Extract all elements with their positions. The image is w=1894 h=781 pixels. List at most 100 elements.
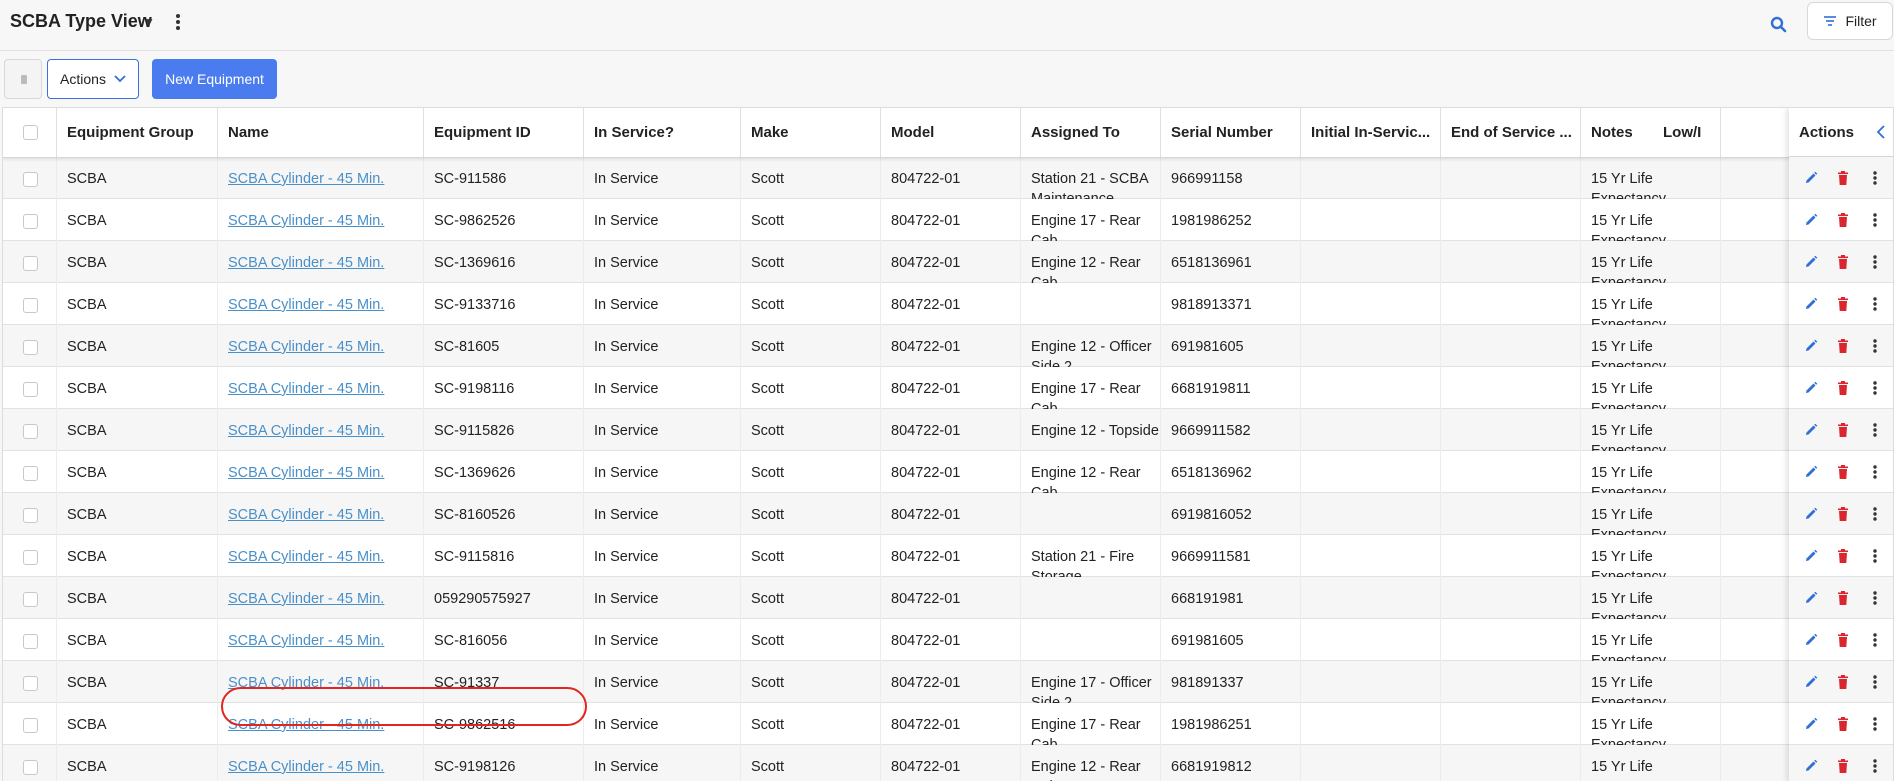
table-row[interactable]: SCBA SCBA Cylinder - 45 Min. 059290575927 I… [3, 577, 1893, 619]
table-row[interactable]: SCBA SCBA Cylinder - 45 Min. SC-9115816 In … [3, 535, 1893, 577]
column-header[interactable]: Assigned To [1021, 108, 1161, 157]
trash-icon[interactable] [1835, 674, 1851, 690]
trash-icon[interactable] [1835, 758, 1851, 774]
kebab-icon[interactable] [1867, 758, 1883, 774]
equipment-name-link[interactable]: SCBA Cylinder - 45 Min. [218, 199, 424, 241]
row-checkbox[interactable] [23, 256, 38, 271]
table-row[interactable]: SCBA SCBA Cylinder - 45 Min. SC-816056 In S… [3, 619, 1893, 661]
pencil-icon[interactable] [1803, 506, 1819, 522]
column-header[interactable]: Low/I [1653, 108, 1793, 157]
table-row[interactable]: SCBA SCBA Cylinder - 45 Min. SC-81605 In Se… [3, 325, 1893, 367]
pencil-icon[interactable] [1803, 254, 1819, 270]
pencil-icon[interactable] [1803, 422, 1819, 438]
filter-button[interactable]: Filter [1807, 2, 1893, 40]
pencil-icon[interactable] [1803, 464, 1819, 480]
view-dropdown-caret-icon[interactable]: ▼ [143, 15, 155, 29]
kebab-icon[interactable] [1867, 464, 1883, 480]
equipment-name-link[interactable]: SCBA Cylinder - 45 Min. [218, 283, 424, 325]
trash-icon[interactable] [1835, 254, 1851, 270]
equipment-name-link[interactable]: SCBA Cylinder - 45 Min. [218, 745, 424, 781]
kebab-icon[interactable] [1867, 506, 1883, 522]
kebab-icon[interactable] [1867, 590, 1883, 606]
trash-icon[interactable] [1835, 506, 1851, 522]
row-checkbox[interactable] [23, 592, 38, 607]
equipment-name-link[interactable]: SCBA Cylinder - 45 Min. [218, 703, 424, 745]
kebab-icon[interactable] [1867, 422, 1883, 438]
row-checkbox[interactable] [23, 508, 38, 523]
column-header[interactable]: Initial In-Servic... [1301, 108, 1441, 157]
column-header[interactable]: End of Service ... [1441, 108, 1581, 157]
actions-button[interactable]: Actions [47, 59, 139, 99]
view-menu-kebab-icon[interactable] [172, 12, 184, 36]
row-checkbox[interactable] [23, 214, 38, 229]
trash-icon[interactable] [1835, 170, 1851, 186]
table-row[interactable]: SCBA SCBA Cylinder - 45 Min. SC-9115826 In … [3, 409, 1893, 451]
column-header[interactable]: Equipment Group [57, 108, 218, 157]
view-title[interactable]: SCBA Type View [10, 11, 152, 32]
row-checkbox[interactable] [23, 382, 38, 397]
trash-icon[interactable] [1835, 380, 1851, 396]
column-header[interactable]: In Service? [584, 108, 741, 157]
panel-toggle-button[interactable] [4, 59, 42, 99]
pencil-icon[interactable] [1803, 674, 1819, 690]
kebab-icon[interactable] [1867, 254, 1883, 270]
kebab-icon[interactable] [1867, 674, 1883, 690]
column-header[interactable]: Name [218, 108, 424, 157]
table-row[interactable]: SCBA SCBA Cylinder - 45 Min. SC-9862516 In … [3, 703, 1893, 745]
trash-icon[interactable] [1835, 296, 1851, 312]
row-checkbox[interactable] [23, 676, 38, 691]
chevron-left-icon[interactable] [1875, 125, 1887, 139]
pencil-icon[interactable] [1803, 338, 1819, 354]
equipment-name-link[interactable]: SCBA Cylinder - 45 Min. [218, 493, 424, 535]
table-row[interactable]: SCBA SCBA Cylinder - 45 Min. SC-9133716 In … [3, 283, 1893, 325]
table-row[interactable]: SCBA SCBA Cylinder - 45 Min. SC-9862526 In … [3, 199, 1893, 241]
kebab-icon[interactable] [1867, 338, 1883, 354]
pencil-icon[interactable] [1803, 296, 1819, 312]
table-row[interactable]: SCBA SCBA Cylinder - 45 Min. SC-1369626 In … [3, 451, 1893, 493]
kebab-icon[interactable] [1867, 716, 1883, 732]
table-row[interactable]: SCBA SCBA Cylinder - 45 Min. SC-911586 In S… [3, 157, 1893, 199]
row-checkbox[interactable] [23, 550, 38, 565]
row-checkbox[interactable] [23, 466, 38, 481]
table-row[interactable]: SCBA SCBA Cylinder - 45 Min. SC-9198116 In … [3, 367, 1893, 409]
table-row[interactable]: SCBA SCBA Cylinder - 45 Min. SC-1369616 In … [3, 241, 1893, 283]
equipment-name-link[interactable]: SCBA Cylinder - 45 Min. [218, 661, 424, 703]
search-icon[interactable] [1768, 14, 1790, 36]
equipment-name-link[interactable]: SCBA Cylinder - 45 Min. [218, 157, 424, 199]
table-row[interactable]: SCBA SCBA Cylinder - 45 Min. SC-9198126 In … [3, 745, 1893, 781]
row-checkbox[interactable] [23, 718, 38, 733]
trash-icon[interactable] [1835, 464, 1851, 480]
trash-icon[interactable] [1835, 716, 1851, 732]
pencil-icon[interactable] [1803, 590, 1819, 606]
trash-icon[interactable] [1835, 422, 1851, 438]
trash-icon[interactable] [1835, 548, 1851, 564]
equipment-name-link[interactable]: SCBA Cylinder - 45 Min. [218, 325, 424, 367]
table-row[interactable]: SCBA SCBA Cylinder - 45 Min. SC-91337 In Se… [3, 661, 1893, 703]
row-checkbox[interactable] [23, 340, 38, 355]
row-checkbox[interactable] [23, 172, 38, 187]
pencil-icon[interactable] [1803, 212, 1819, 228]
new-equipment-button[interactable]: New Equipment [152, 59, 277, 99]
equipment-name-link[interactable]: SCBA Cylinder - 45 Min. [218, 619, 424, 661]
trash-icon[interactable] [1835, 632, 1851, 648]
kebab-icon[interactable] [1867, 212, 1883, 228]
pencil-icon[interactable] [1803, 632, 1819, 648]
kebab-icon[interactable] [1867, 170, 1883, 186]
trash-icon[interactable] [1835, 212, 1851, 228]
pencil-icon[interactable] [1803, 548, 1819, 564]
equipment-name-link[interactable]: SCBA Cylinder - 45 Min. [218, 577, 424, 619]
kebab-icon[interactable] [1867, 548, 1883, 564]
kebab-icon[interactable] [1867, 632, 1883, 648]
equipment-name-link[interactable]: SCBA Cylinder - 45 Min. [218, 409, 424, 451]
row-checkbox[interactable] [23, 760, 38, 775]
table-row[interactable]: SCBA SCBA Cylinder - 45 Min. SC-8160526 In … [3, 493, 1893, 535]
kebab-icon[interactable] [1867, 296, 1883, 312]
row-checkbox[interactable] [23, 634, 38, 649]
column-header[interactable]: Make [741, 108, 881, 157]
equipment-name-link[interactable]: SCBA Cylinder - 45 Min. [218, 451, 424, 493]
column-header[interactable]: Equipment ID [424, 108, 584, 157]
pencil-icon[interactable] [1803, 380, 1819, 396]
column-header[interactable]: Model [881, 108, 1021, 157]
pencil-icon[interactable] [1803, 716, 1819, 732]
row-checkbox[interactable] [23, 424, 38, 439]
